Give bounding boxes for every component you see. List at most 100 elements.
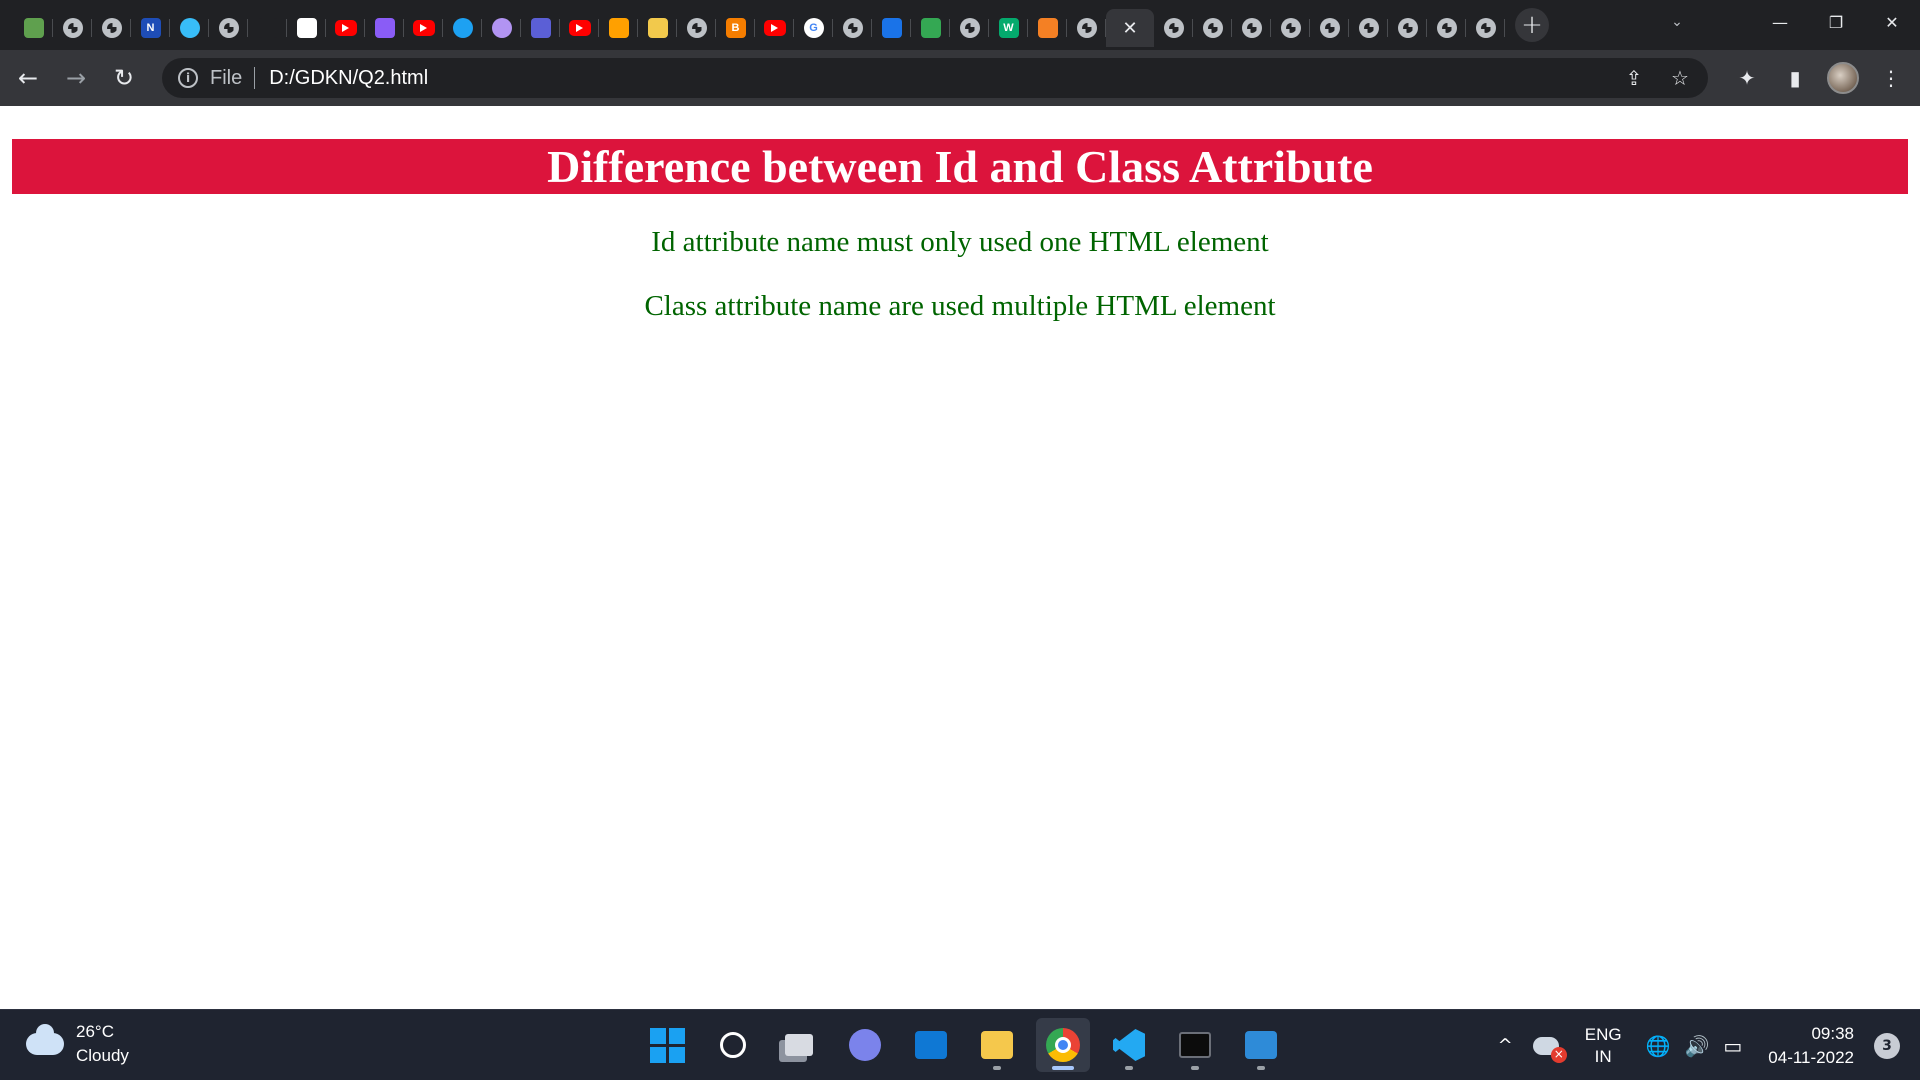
- browser-tab[interactable]: [872, 9, 911, 47]
- globe-icon: [686, 18, 707, 38]
- browser-tab[interactable]: [170, 9, 209, 47]
- browser-tab[interactable]: [482, 9, 521, 47]
- share-icon[interactable]: ⇪: [1620, 64, 1648, 92]
- browser-tab[interactable]: [287, 9, 326, 47]
- file-explorer-app[interactable]: [970, 1018, 1024, 1072]
- browser-tab[interactable]: [1028, 9, 1067, 47]
- browser-tab[interactable]: [404, 9, 443, 47]
- extensions-puzzle-icon[interactable]: ✦: [1728, 58, 1766, 98]
- globe-icon: [62, 18, 83, 38]
- browser-tab[interactable]: W: [989, 9, 1028, 47]
- new-tab-button[interactable]: +: [1515, 8, 1549, 42]
- address-bar[interactable]: i File D:/GDKN/Q2.html ⇪ ☆: [162, 58, 1708, 98]
- close-icon: ✕: [1885, 12, 1899, 32]
- browser-tab[interactable]: [521, 9, 560, 47]
- notification-badge[interactable]: 3: [1874, 1032, 1900, 1059]
- tab-search-button[interactable]: ⌄: [1660, 8, 1694, 36]
- minimize-button[interactable]: —: [1752, 0, 1808, 44]
- profile-avatar-button[interactable]: [1824, 58, 1862, 98]
- browser-tab[interactable]: [911, 9, 950, 47]
- browser-tab[interactable]: [53, 9, 92, 47]
- browser-menu-button[interactable]: ⋮: [1872, 58, 1910, 98]
- browser-tab[interactable]: [1067, 9, 1106, 47]
- bookmark-star-icon[interactable]: ☆: [1666, 64, 1694, 92]
- google-drive-icon: [920, 18, 941, 38]
- browser-tab[interactable]: N: [131, 9, 170, 47]
- browser-tab[interactable]: [950, 9, 989, 47]
- browser-tab[interactable]: [833, 9, 872, 47]
- site-info-icon[interactable]: i: [178, 68, 198, 88]
- photos-app[interactable]: [1234, 1018, 1288, 1072]
- quick-settings[interactable]: 🌐 🔊 ▭: [1646, 1034, 1743, 1058]
- forward-button[interactable]: →: [56, 58, 96, 98]
- back-button[interactable]: ←: [8, 58, 48, 98]
- purple-rect-icon: [530, 18, 551, 38]
- url-text[interactable]: D:/GDKN/Q2.html: [269, 67, 428, 90]
- browser-tab[interactable]: [443, 9, 482, 47]
- youtube-icon: [412, 20, 435, 36]
- side-panel-icon[interactable]: ▮: [1776, 58, 1814, 98]
- browser-tab[interactable]: [677, 9, 716, 47]
- diamond-grid-icon: [296, 18, 317, 38]
- blogger-icon: B: [725, 18, 746, 38]
- address-bar-actions: ⇪ ☆: [1620, 64, 1694, 92]
- contacts-icon: [881, 18, 902, 38]
- close-icon[interactable]: ✕: [1122, 18, 1137, 39]
- browser-tab[interactable]: [560, 9, 599, 47]
- globe-icon: [1241, 18, 1262, 38]
- browser-tab[interactable]: [1271, 9, 1310, 47]
- browser-tab[interactable]: [755, 9, 794, 47]
- browser-tab[interactable]: G: [794, 9, 833, 47]
- browser-tab[interactable]: [1349, 9, 1388, 47]
- clock[interactable]: 09:38 04-11-2022: [1768, 1022, 1854, 1070]
- browser-tab[interactable]: [14, 9, 53, 47]
- running-indicator: [1125, 1066, 1133, 1070]
- orb-icon: [491, 18, 512, 38]
- browser-tab[interactable]: [1193, 9, 1232, 47]
- running-indicator: [1052, 1066, 1074, 1070]
- input-language[interactable]: ENG IN: [1585, 1024, 1622, 1068]
- knot-icon: [374, 18, 395, 38]
- show-hidden-icons-chevron[interactable]: ^: [1498, 1035, 1513, 1056]
- globe-icon: [1397, 18, 1418, 38]
- reload-button[interactable]: ↻: [104, 58, 144, 98]
- browser-tab[interactable]: [326, 9, 365, 47]
- vscode-icon: [1113, 1029, 1145, 1061]
- globe-icon: [1076, 18, 1097, 38]
- browser-tab[interactable]: [92, 9, 131, 47]
- chrome-app[interactable]: [1036, 1018, 1090, 1072]
- teams-chat-button[interactable]: [838, 1018, 892, 1072]
- running-indicator: [1191, 1066, 1199, 1070]
- browser-tab[interactable]: [209, 9, 248, 47]
- arrow-left-icon: ←: [17, 64, 39, 92]
- vscode-app[interactable]: [1102, 1018, 1156, 1072]
- firebase-icon: [608, 18, 629, 38]
- weather-widget[interactable]: 26°C Cloudy: [26, 1020, 129, 1068]
- browser-tab[interactable]: [1232, 9, 1271, 47]
- browser-tab[interactable]: [365, 9, 404, 47]
- browser-tab[interactable]: [1427, 9, 1466, 47]
- browser-tab[interactable]: [1154, 9, 1193, 47]
- terminal-app[interactable]: [1168, 1018, 1222, 1072]
- onedrive-error-icon[interactable]: [1532, 1036, 1567, 1063]
- task-view-button[interactable]: [772, 1018, 826, 1072]
- mail-app[interactable]: [904, 1018, 958, 1072]
- browser-tab[interactable]: B: [716, 9, 755, 47]
- browser-tab[interactable]: [248, 9, 287, 47]
- mail-icon: [915, 1031, 947, 1059]
- browser-tab[interactable]: [1310, 9, 1349, 47]
- volume-icon: 🔊: [1684, 1033, 1710, 1058]
- close-window-button[interactable]: ✕: [1864, 0, 1920, 44]
- chat-icon: [849, 1029, 881, 1061]
- browser-tab[interactable]: [1466, 9, 1505, 47]
- restore-button[interactable]: ❐: [1808, 0, 1864, 44]
- cup-icon: [647, 18, 668, 38]
- browser-tab[interactable]: [1388, 9, 1427, 47]
- search-button[interactable]: [706, 1018, 760, 1072]
- start-button[interactable]: [640, 1018, 694, 1072]
- browser-tab[interactable]: [638, 9, 677, 47]
- globe-icon: [101, 18, 122, 38]
- browser-tab[interactable]: [599, 9, 638, 47]
- globe-icon: [1436, 18, 1457, 38]
- tab-active[interactable]: ✕: [1106, 9, 1154, 47]
